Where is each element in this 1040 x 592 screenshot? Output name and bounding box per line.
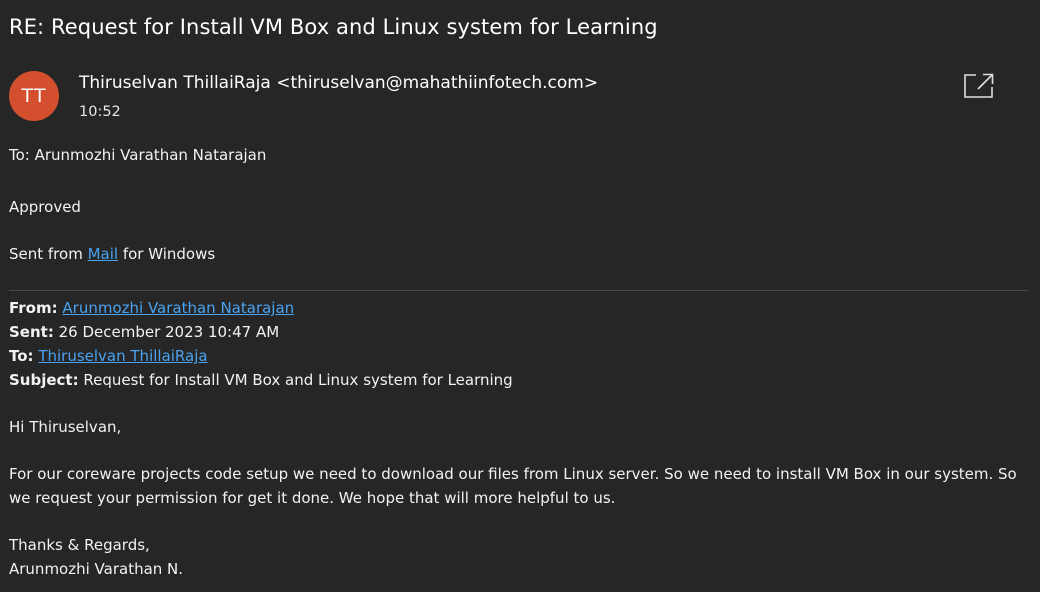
to-label: To:: [9, 347, 34, 365]
open-in-new-window-icon: [964, 73, 994, 98]
quoted-from-line: From: Arunmozhi Varathan Natarajan: [9, 299, 294, 317]
quoted-subject-line: Subject: Request for Install VM Box and …: [9, 371, 513, 389]
from-label: From:: [9, 299, 58, 317]
sent-label: Sent:: [9, 323, 54, 341]
reply-body: Approved: [9, 198, 81, 216]
subject-value: Request for Install VM Box and Linux sys…: [83, 371, 513, 389]
sent-from-prefix: Sent from: [9, 245, 88, 263]
closing: Thanks & Regards,: [9, 536, 150, 554]
sent-from-line: Sent from Mail for Windows: [9, 245, 215, 263]
open-in-new-window-button[interactable]: [962, 71, 996, 101]
sent-value: 26 December 2023 10:47 AM: [58, 323, 280, 341]
subject-label: Subject:: [9, 371, 79, 389]
sender-name[interactable]: Thiruselvan ThillaiRaja <thiruselvan@mah…: [79, 73, 598, 93]
avatar-initials: TT: [21, 85, 47, 107]
quoted-body: For our coreware projects code setup we …: [9, 465, 1017, 507]
signature: Arunmozhi Varathan N.: [9, 560, 184, 578]
mail-link[interactable]: Mail: [88, 245, 118, 263]
to-line: To: Arunmozhi Varathan Natarajan: [9, 146, 267, 164]
quote-divider: [9, 290, 1028, 291]
greeting: Hi Thiruselvan,: [9, 418, 122, 436]
from-link[interactable]: Arunmozhi Varathan Natarajan: [62, 299, 294, 317]
email-reading-pane: RE: Request for Install VM Box and Linux…: [0, 0, 1040, 592]
quoted-sent-line: Sent: 26 December 2023 10:47 AM: [9, 323, 279, 341]
to-link[interactable]: Thiruselvan ThillaiRaja: [38, 347, 207, 365]
quoted-to-line: To: Thiruselvan ThillaiRaja: [9, 347, 208, 365]
avatar[interactable]: TT: [9, 71, 59, 121]
email-time: 10:52: [79, 104, 121, 120]
email-subject: RE: Request for Install VM Box and Linux…: [9, 15, 658, 39]
sent-from-suffix: for Windows: [118, 245, 216, 263]
